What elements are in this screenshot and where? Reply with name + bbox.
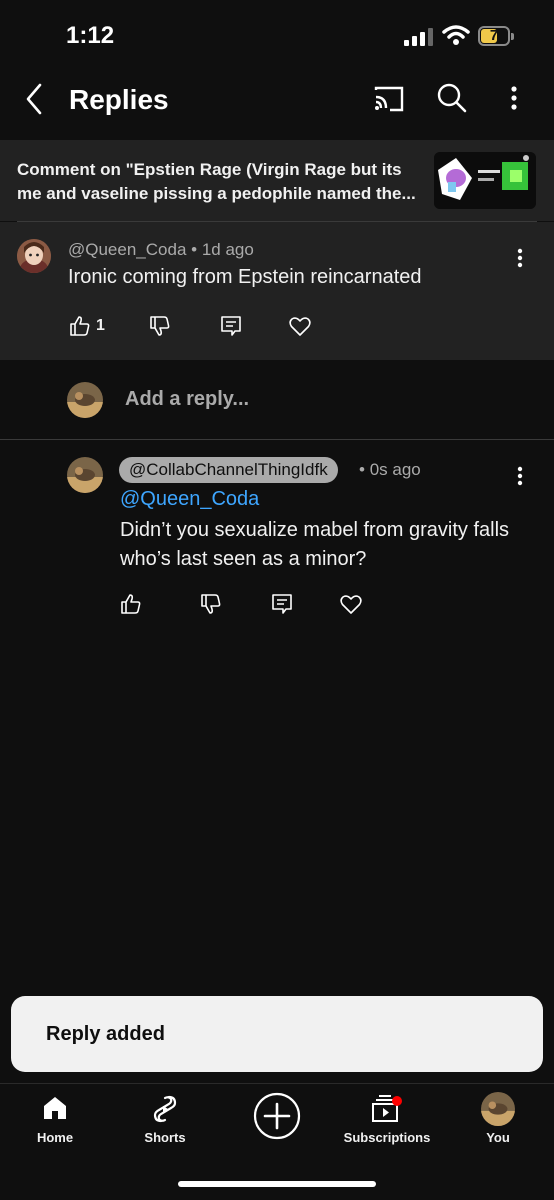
- nav-item-shorts[interactable]: Shorts: [110, 1090, 220, 1150]
- comment-author[interactable]: @Queen_Coda: [68, 240, 186, 259]
- comment-body: Ironic coming from Epstein reincarnated: [68, 266, 422, 288]
- meta-separator: •: [191, 240, 202, 259]
- reply-more-icon[interactable]: [510, 464, 530, 488]
- comment-context-bar[interactable]: Comment on "Epstien Rage (Virgin Rage bu…: [0, 140, 554, 221]
- reply-age-text: 0s ago: [369, 460, 421, 479]
- nav-label-shorts: Shorts: [144, 1130, 186, 1145]
- comment-more-icon[interactable]: [510, 246, 530, 270]
- heart-icon[interactable]: [288, 314, 312, 338]
- like-button[interactable]: 1: [68, 314, 112, 340]
- cellular-signal-icon: [404, 28, 433, 46]
- divider: [0, 439, 554, 440]
- more-options-icon[interactable]: [500, 82, 528, 114]
- like-count: 1: [96, 317, 105, 334]
- like-button[interactable]: [119, 592, 143, 616]
- shorts-icon: [153, 1095, 177, 1123]
- nav-label-home: Home: [36, 1130, 74, 1145]
- toast-text: Reply added: [46, 1023, 165, 1045]
- toast-notification: Reply added: [11, 996, 543, 1072]
- comment-meta: @Queen_Coda • 1d ago: [68, 240, 254, 260]
- nav-label-you: You: [486, 1130, 510, 1145]
- cast-icon[interactable]: [372, 84, 406, 114]
- nav-item-you[interactable]: You: [443, 1090, 553, 1150]
- create-icon: [253, 1092, 301, 1140]
- home-icon: [44, 1097, 66, 1119]
- video-thumbnail[interactable]: [434, 152, 536, 209]
- home-indicator[interactable]: [178, 1181, 376, 1187]
- reply-mention-link[interactable]: @Queen_Coda: [120, 488, 259, 511]
- avatar: [481, 1092, 515, 1126]
- wifi-icon: [442, 25, 470, 45]
- battery-icon: 7: [478, 26, 516, 48]
- dislike-button[interactable]: [199, 592, 223, 616]
- search-icon[interactable]: [436, 82, 468, 114]
- avatar[interactable]: [17, 239, 51, 273]
- add-reply-input[interactable]: Add a reply...: [125, 388, 249, 411]
- avatar: [67, 382, 103, 418]
- reply-age: • 0s ago: [359, 460, 421, 480]
- meta-separator: •: [359, 460, 370, 479]
- back-button[interactable]: [18, 80, 52, 118]
- nav-label-subscriptions: Subscriptions: [343, 1130, 431, 1145]
- nav-item-home[interactable]: Home: [0, 1090, 110, 1150]
- status-time: 1:12: [66, 22, 115, 49]
- reply-author-badge[interactable]: @CollabChannelThingIdfk: [119, 457, 338, 483]
- dislike-button[interactable]: [148, 314, 172, 338]
- nav-item-create[interactable]: [222, 1090, 332, 1150]
- context-video-title: Comment on "Epstien Rage (Virgin Rage bu…: [17, 160, 416, 203]
- reply-body: Didn’t you sexualize mabel from gravity …: [120, 519, 510, 570]
- reply-icon[interactable]: [219, 314, 243, 338]
- avatar[interactable]: [67, 457, 103, 493]
- reply-icon[interactable]: [270, 592, 294, 616]
- thumbs-up-icon: [70, 316, 90, 336]
- nav-item-subscriptions[interactable]: Subscriptions: [332, 1090, 442, 1150]
- comment-age: 1d ago: [201, 240, 254, 259]
- heart-icon[interactable]: [339, 592, 363, 616]
- battery-level: 7: [489, 27, 499, 44]
- subscriptions-icon: [372, 1095, 402, 1122]
- page-title: Replies: [69, 84, 169, 115]
- divider: [0, 1083, 554, 1084]
